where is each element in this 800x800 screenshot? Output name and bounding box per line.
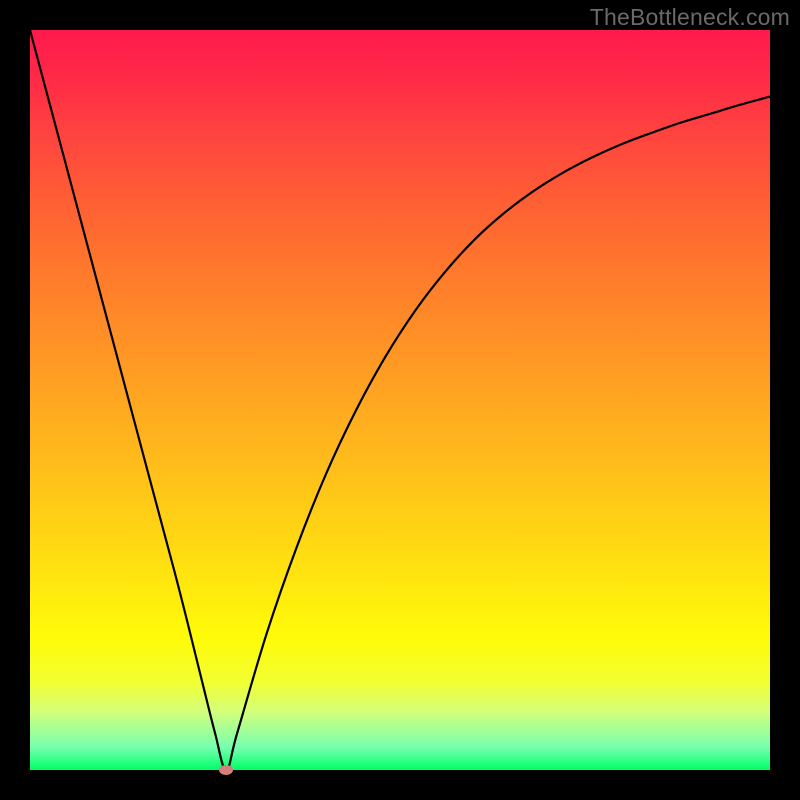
- bottleneck-curve-path: [30, 30, 770, 770]
- minimum-dot: [219, 765, 233, 775]
- plot-area: [30, 30, 770, 770]
- curve-svg: [30, 30, 770, 770]
- chart-wrapper: TheBottleneck.com: [0, 0, 800, 800]
- watermark-text: TheBottleneck.com: [590, 4, 790, 31]
